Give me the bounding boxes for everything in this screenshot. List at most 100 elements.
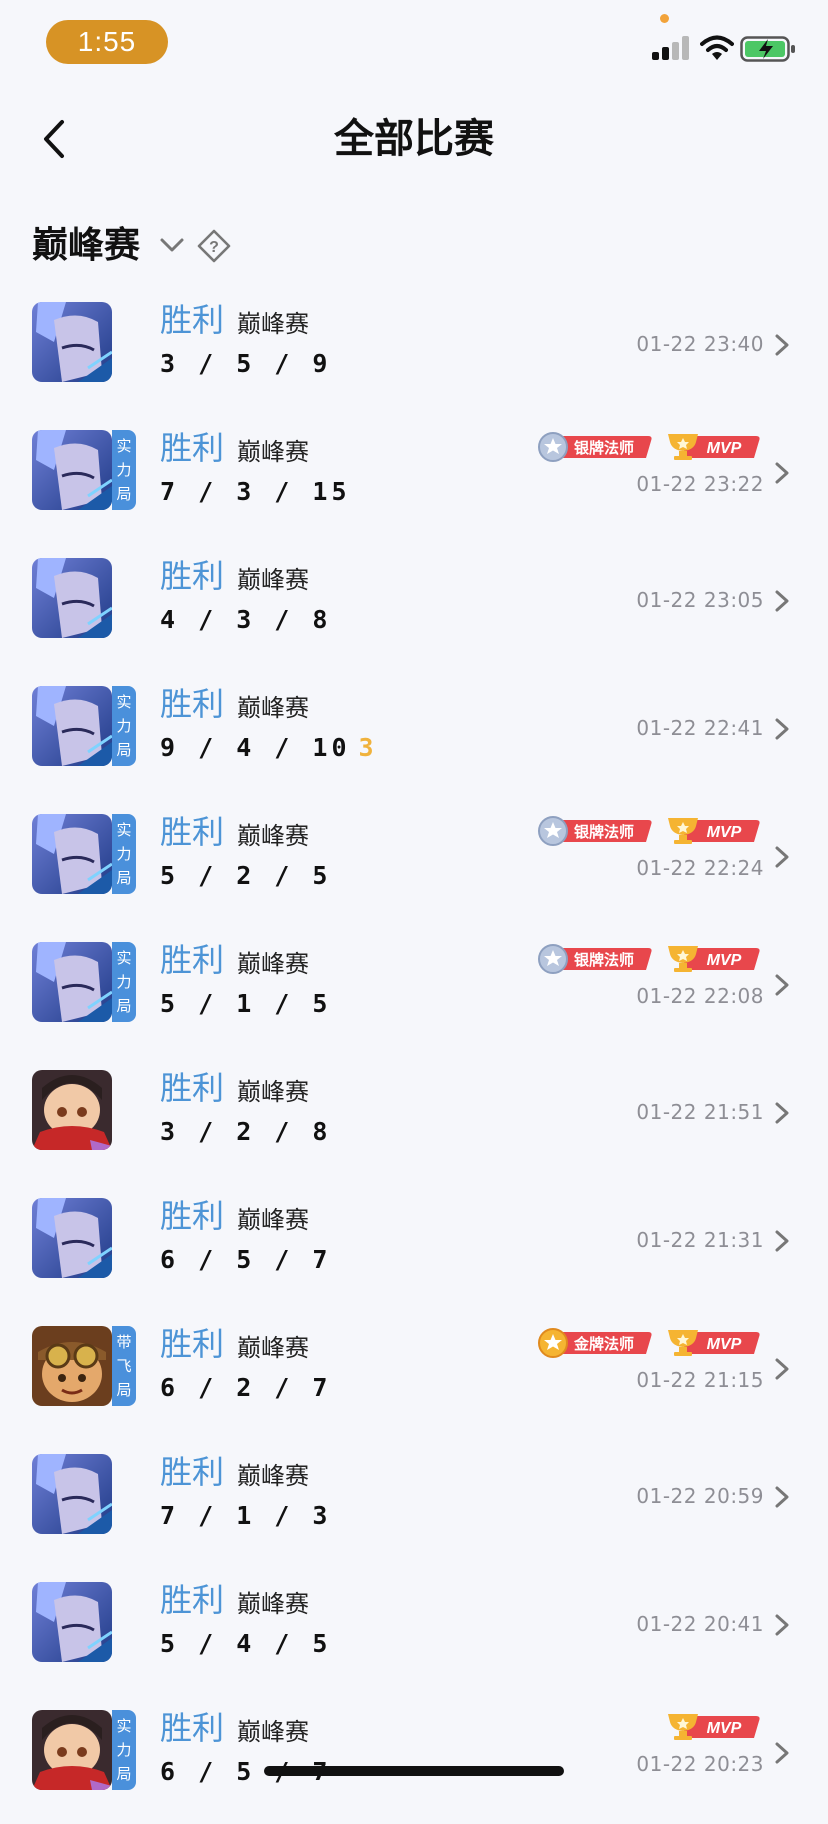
chevron-right-icon[interactable]	[772, 460, 792, 486]
rank-title-badge: 银牌法师	[536, 432, 654, 462]
match-kda: 4 / 3 / 8	[160, 604, 331, 636]
hero-avatar	[32, 814, 112, 894]
multikill-count: 3	[358, 733, 374, 762]
chevron-right-icon[interactable]	[772, 332, 792, 358]
chevron-right-icon[interactable]	[772, 1228, 792, 1254]
rank-title-badge: 银牌法师	[536, 816, 654, 846]
match-time: 01-22 23:40	[636, 332, 764, 356]
match-result: 胜利	[160, 1325, 225, 1363]
chevron-down-icon[interactable]	[156, 230, 188, 260]
hero-avatar	[32, 302, 112, 382]
chevron-right-icon[interactable]	[772, 1100, 792, 1126]
match-row[interactable]: 胜利 巅峰赛 6 / 5 / 7 01-22 21:31	[0, 1184, 828, 1312]
status-time: 1:55	[46, 20, 168, 64]
match-row[interactable]: 胜利 巅峰赛 3 / 2 / 8 01-22 21:51	[0, 1056, 828, 1184]
cellular-signal-icon	[652, 36, 690, 60]
kda-value: 3 / 2 / 8	[160, 1117, 332, 1146]
match-result: 胜利	[160, 1197, 225, 1235]
svg-text:MVP: MVP	[707, 952, 742, 969]
wifi-icon	[700, 35, 734, 60]
kda-value: 5 / 1 / 5	[160, 989, 332, 1018]
match-kda: 7 / 1 / 3	[160, 1500, 331, 1532]
mode-filter[interactable]: 巅峰赛 ?	[32, 218, 432, 274]
match-time: 01-22 20:59	[636, 1484, 764, 1508]
kda-value: 5 / 2 / 5	[160, 861, 332, 890]
match-list: 胜利 巅峰赛 3 / 5 / 9 01-22 23:40 实力局胜利 巅峰赛 7 / 3 /…	[0, 288, 828, 1824]
hero-avatar	[32, 686, 112, 766]
match-kda: 7 / 3 / 15	[160, 476, 351, 508]
match-type-tag-char: 实	[116, 949, 132, 967]
mvp-badge: MVP	[666, 816, 762, 846]
match-time: 01-22 21:51	[636, 1100, 764, 1124]
match-mode: 巅峰赛	[237, 1078, 309, 1106]
match-kda: 5 / 1 / 5	[160, 988, 331, 1020]
match-kda: 9 / 4 / 10 3	[160, 732, 374, 764]
match-mode: 巅峰赛	[237, 1590, 309, 1618]
match-type-tag-char: 实	[116, 1717, 132, 1735]
mvp-badge: MVP	[666, 944, 762, 974]
match-time: 01-22 22:41	[636, 716, 764, 740]
match-mode: 巅峰赛	[237, 822, 309, 850]
svg-text:MVP: MVP	[707, 1720, 742, 1737]
match-row[interactable]: 胜利 巅峰赛 4 / 3 / 8 01-22 23:05	[0, 544, 828, 672]
chevron-right-icon[interactable]	[772, 844, 792, 870]
kda-value: 3 / 5 / 9	[160, 349, 332, 378]
match-result: 胜利	[160, 1453, 225, 1491]
match-type-tag: 实力局	[112, 814, 136, 894]
chevron-right-icon[interactable]	[772, 1484, 792, 1510]
match-kda: 3 / 2 / 8	[160, 1116, 331, 1148]
match-result: 胜利	[160, 1069, 225, 1107]
kda-value: 7 / 1 / 3	[160, 1501, 332, 1530]
kda-value: 7 / 3 / 15	[160, 477, 351, 506]
match-row[interactable]: 实力局胜利 巅峰赛 5 / 1 / 5 银牌法师 MVP 01-22 22:08	[0, 928, 828, 1056]
chevron-right-icon[interactable]	[772, 716, 792, 742]
match-type-tag: 带飞局	[112, 1326, 136, 1406]
hero-avatar	[32, 1070, 112, 1150]
match-row[interactable]: 带飞局胜利 巅峰赛 6 / 2 / 7 金牌法师 MVP 01-22 21:15	[0, 1312, 828, 1440]
match-type-tag-char: 飞	[116, 1357, 132, 1375]
kda-value: 6 / 2 / 7	[160, 1373, 332, 1402]
hero-avatar	[32, 1198, 112, 1278]
match-type-tag-char: 力	[116, 845, 132, 863]
battery-charging-icon	[740, 36, 795, 62]
match-type-tag-char: 实	[116, 821, 132, 839]
match-type-tag-char: 局	[116, 485, 132, 503]
match-time: 01-22 20:41	[636, 1612, 764, 1636]
match-row[interactable]: 实力局胜利 巅峰赛 5 / 2 / 5 银牌法师 MVP 01-22 22:24	[0, 800, 828, 928]
chevron-right-icon[interactable]	[772, 1612, 792, 1638]
hero-avatar	[32, 1710, 112, 1790]
kda-value: 4 / 3 / 8	[160, 605, 332, 634]
svg-text:银牌法师: 银牌法师	[574, 439, 634, 457]
page-title: 全部比赛	[334, 116, 494, 162]
match-type-tag-char: 实	[116, 437, 132, 455]
match-mode: 巅峰赛	[237, 310, 309, 338]
match-result: 胜利	[160, 941, 225, 979]
chevron-right-icon[interactable]	[772, 1740, 792, 1766]
match-type-tag: 实力局	[112, 1710, 136, 1790]
chevron-right-icon[interactable]	[772, 972, 792, 998]
match-type-tag-char: 实	[116, 693, 132, 711]
match-kda: 3 / 5 / 9	[160, 348, 331, 380]
match-mode: 巅峰赛	[237, 694, 309, 722]
match-row[interactable]: 胜利 巅峰赛 3 / 5 / 9 01-22 23:40	[0, 288, 828, 416]
match-row[interactable]: 胜利 巅峰赛 7 / 1 / 3 01-22 20:59	[0, 1440, 828, 1568]
svg-text:?: ?	[209, 239, 219, 256]
mode-filter-label[interactable]: 巅峰赛	[32, 224, 140, 268]
mvp-badge: MVP	[666, 1328, 762, 1358]
match-time: 01-22 21:15	[636, 1368, 764, 1392]
match-row[interactable]: 实力局胜利 巅峰赛 6 / 5 / 7 MVP 01-22 20:23	[0, 1696, 828, 1824]
match-kda: 6 / 2 / 7	[160, 1372, 331, 1404]
match-row[interactable]: 实力局胜利 巅峰赛 9 / 4 / 10 3 01-22 22:41	[0, 672, 828, 800]
svg-text:MVP: MVP	[707, 1336, 742, 1353]
hero-avatar	[32, 1582, 112, 1662]
match-row[interactable]: 实力局胜利 巅峰赛 7 / 3 / 15 银牌法师 MVP 01-22 23:22	[0, 416, 828, 544]
svg-text:银牌法师: 银牌法师	[574, 823, 634, 841]
match-time: 01-22 23:22	[636, 472, 764, 496]
match-row[interactable]: 胜利 巅峰赛 5 / 4 / 5 01-22 20:41	[0, 1568, 828, 1696]
chevron-right-icon[interactable]	[772, 588, 792, 614]
help-question-icon[interactable]: ?	[196, 228, 232, 264]
chevron-right-icon[interactable]	[772, 1356, 792, 1382]
svg-text:MVP: MVP	[707, 440, 742, 457]
match-result: 胜利	[160, 429, 225, 467]
match-mode: 巅峰赛	[237, 438, 309, 466]
